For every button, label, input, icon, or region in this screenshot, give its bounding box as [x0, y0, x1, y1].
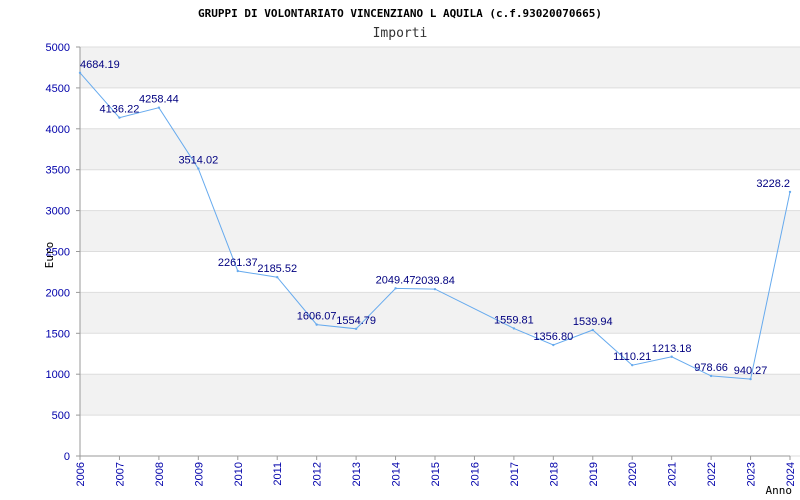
data-point [552, 343, 555, 347]
data-point [118, 116, 121, 119]
data-label: 3514.02 [178, 155, 218, 167]
data-label: 2039.84 [415, 275, 455, 287]
chart-title: GRUPPI DI VOLONTARIATO VINCENZIANO L AQU… [198, 7, 602, 20]
data-label: 2049.47 [376, 274, 416, 286]
y-tick-label: 4000 [46, 124, 70, 136]
data-label: 4136.22 [100, 104, 140, 116]
y-tick-label: 4500 [46, 83, 70, 95]
x-tick-label: 2009 [193, 462, 205, 486]
data-label: 1213.18 [652, 343, 692, 355]
data-label: 2261.37 [218, 257, 258, 269]
data-point [749, 377, 752, 381]
data-point [236, 269, 239, 273]
data-label: 1554.79 [336, 315, 376, 327]
plot-band [80, 374, 800, 416]
x-tick-label: 2018 [548, 462, 560, 486]
y-tick-label: 3000 [46, 206, 70, 218]
data-label: 940.27 [734, 365, 768, 377]
x-tick-label: 2011 [272, 462, 284, 486]
data-label: 2185.52 [257, 263, 297, 275]
x-tick-label: 2016 [469, 462, 481, 486]
plot-band [80, 210, 800, 252]
data-label: 1356.80 [533, 331, 573, 343]
data-point [78, 71, 82, 75]
data-point [315, 323, 318, 326]
data-point [394, 287, 397, 290]
data-point [709, 374, 713, 378]
x-tick-label: 2019 [588, 462, 600, 486]
y-tick-label: 0 [64, 451, 70, 463]
data-point [354, 327, 358, 331]
x-tick-labels: 2006 2007 2008 2009 2010 2011 2012 2013 2014 2015… [75, 462, 797, 486]
data-point [670, 355, 673, 358]
data-point [512, 327, 516, 330]
plot-bands [80, 47, 800, 416]
x-tick-label: 2010 [233, 462, 245, 486]
data-point [433, 287, 437, 291]
x-tick-label: 2006 [75, 462, 87, 486]
x-tick-label: 2008 [154, 462, 166, 486]
data-label: 4684.19 [80, 59, 120, 71]
y-tick-label: 1000 [46, 369, 70, 381]
data-label: 3228.2 [756, 178, 790, 190]
data-label: 978.66 [694, 362, 728, 374]
x-tick-label: 2020 [627, 462, 639, 486]
y-tick-label: 5000 [46, 42, 70, 54]
data-point [157, 106, 161, 109]
data-point [197, 167, 200, 170]
data-point [631, 363, 634, 367]
y-tick-label: 1500 [46, 328, 70, 340]
x-tick-label: 2007 [114, 462, 126, 486]
x-tick-label: 2014 [391, 462, 403, 486]
data-label: 1606.07 [297, 311, 337, 323]
plot-band [80, 47, 800, 88]
data-label: 1539.94 [573, 316, 613, 328]
data-label: 1559.81 [494, 314, 534, 326]
data-point [276, 276, 279, 279]
data-label: 1110.21 [613, 351, 651, 363]
y-axis-label: Euro [43, 242, 56, 269]
y-tick-label: 500 [52, 410, 70, 422]
x-tick-label: 2024 [785, 462, 797, 486]
x-tick-label: 2012 [312, 462, 324, 486]
line-chart: 0500100015002000250030003500400045005000… [43, 7, 800, 497]
data-point [591, 328, 594, 332]
data-point [788, 190, 792, 194]
x-tick-label: 2021 [667, 462, 679, 486]
data-label: 4258.44 [139, 94, 179, 106]
chart-subtitle: Importi [373, 26, 428, 41]
x-tick-label: 2015 [430, 462, 442, 486]
y-tick-label: 3500 [46, 165, 70, 177]
y-tick-label: 2000 [46, 287, 70, 299]
x-axis-label: Anno [766, 484, 793, 497]
x-tick-label: 2023 [746, 462, 758, 486]
plot-band [80, 292, 800, 334]
x-tick-label: 2017 [509, 462, 521, 486]
x-tick-label: 2013 [351, 462, 363, 486]
x-tick-label: 2022 [706, 462, 718, 486]
